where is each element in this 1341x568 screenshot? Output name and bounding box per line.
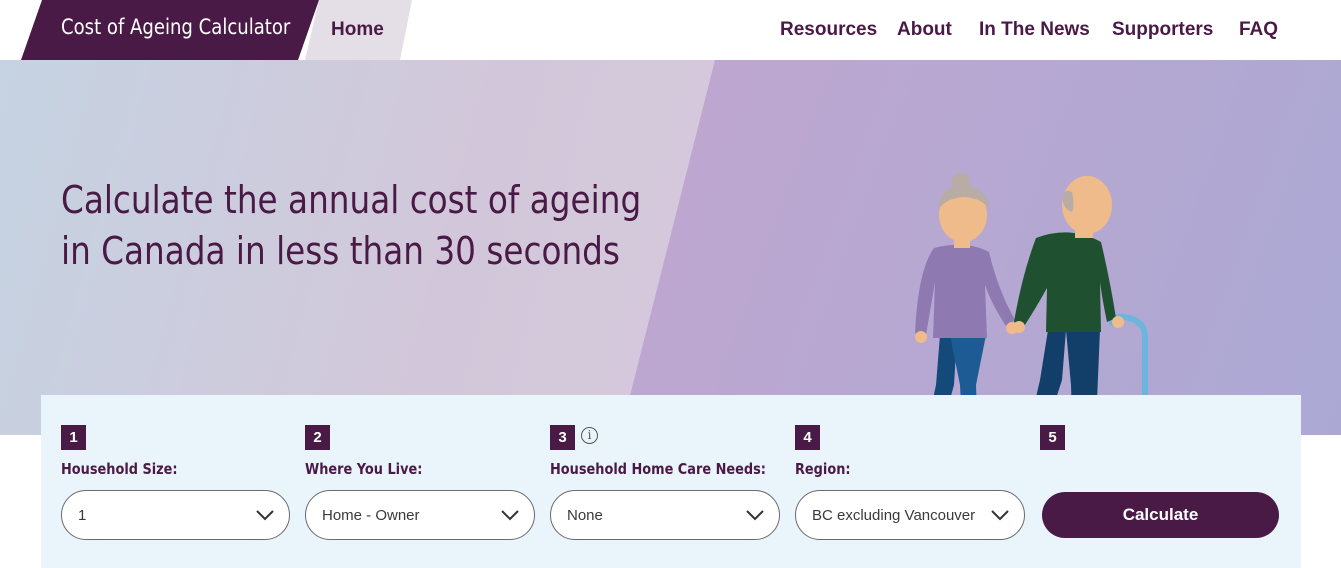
nav-link-faq[interactable]: FAQ: [1239, 19, 1278, 41]
hero-section: Calculate the annual cost of ageing in C…: [0, 60, 1341, 435]
top-nav: Cost of Ageing Calculator Home Resources…: [0, 0, 1341, 60]
hero-headline: Calculate the annual cost of ageing in C…: [61, 175, 642, 277]
nav-link-supporters[interactable]: Supporters: [1112, 19, 1213, 41]
where-you-live-select[interactable]: Home - Owner: [305, 490, 535, 540]
region-value: BC excluding Vancouver: [812, 507, 976, 524]
household-size-value: 1: [78, 507, 87, 524]
site-title[interactable]: Cost of Ageing Calculator: [61, 15, 290, 39]
region-select[interactable]: BC excluding Vancouver: [795, 490, 1025, 540]
calculate-button[interactable]: Calculate: [1042, 492, 1279, 538]
region-label: Region:: [795, 460, 851, 478]
nav-link-resources[interactable]: Resources: [780, 19, 877, 41]
step-5-number: 5: [1040, 425, 1065, 450]
nav-link-in-the-news[interactable]: In The News: [979, 19, 1090, 41]
hero-headline-line-1: Calculate the annual cost of ageing: [61, 178, 642, 222]
step-2-number: 2: [305, 425, 330, 450]
where-you-live-label: Where You Live:: [305, 460, 423, 478]
step-4-number: 4: [795, 425, 820, 450]
chevron-down-icon: [256, 510, 274, 521]
calculator-form-panel: [41, 395, 1301, 568]
home-care-needs-value: None: [567, 507, 603, 524]
home-care-needs-label: Household Home Care Needs:: [550, 460, 766, 478]
step-1-number: 1: [61, 425, 86, 450]
info-icon[interactable]: i: [581, 427, 598, 444]
step-3-number: 3: [550, 425, 575, 450]
chevron-down-icon: [746, 510, 764, 521]
nav-home-link[interactable]: Home: [331, 19, 384, 41]
home-care-needs-select[interactable]: None: [550, 490, 780, 540]
chevron-down-icon: [991, 510, 1009, 521]
hero-headline-line-2: in Canada in less than 30 seconds: [61, 229, 620, 273]
where-you-live-value: Home - Owner: [322, 507, 420, 524]
household-size-select[interactable]: 1: [61, 490, 290, 540]
nav-link-about[interactable]: About: [897, 19, 952, 41]
chevron-down-icon: [501, 510, 519, 521]
household-size-label: Household Size:: [61, 460, 178, 478]
